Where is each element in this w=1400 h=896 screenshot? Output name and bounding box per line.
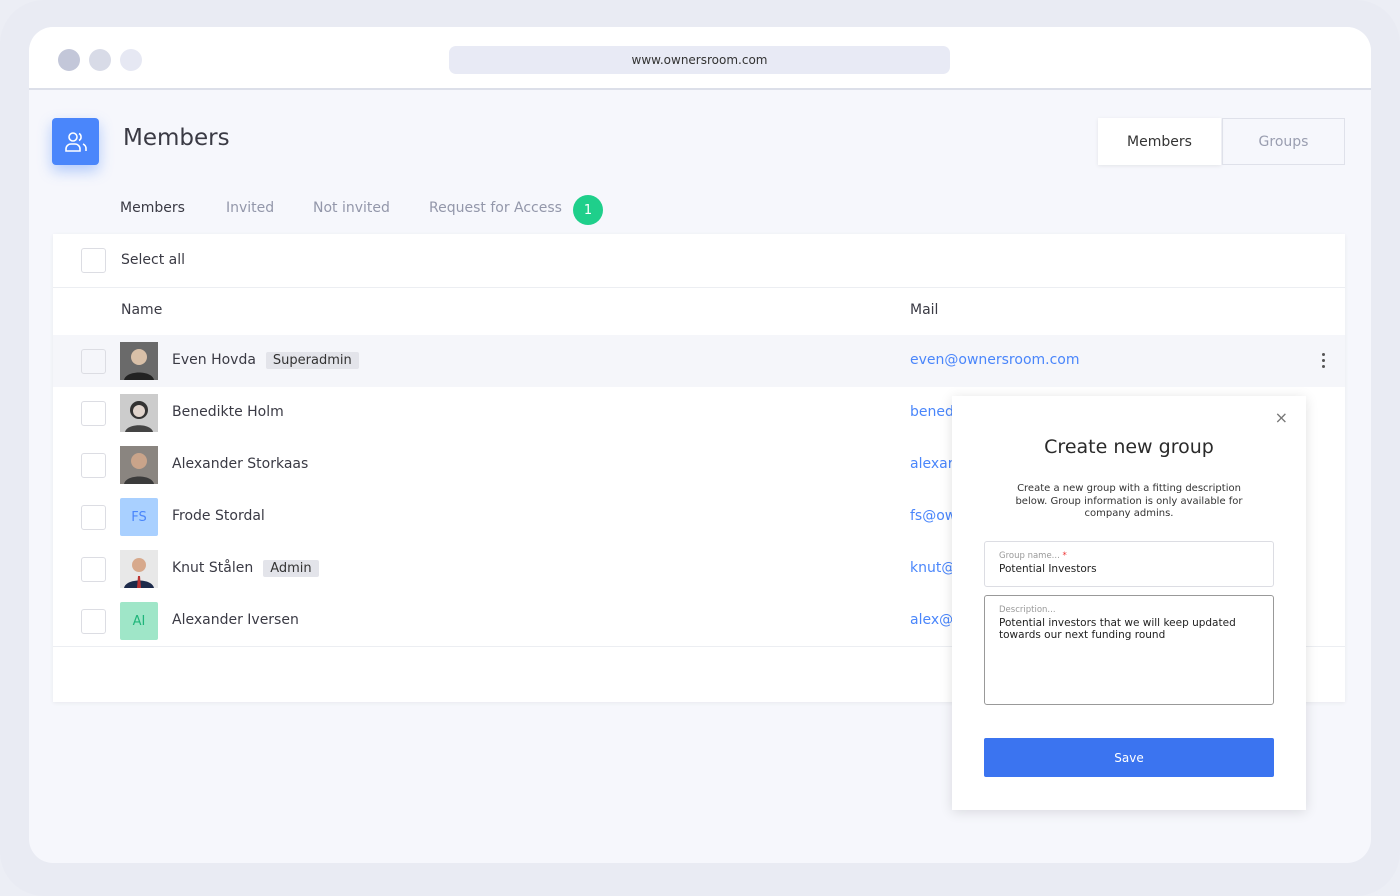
member-name: Alexander Iversen: [172, 612, 299, 628]
tab-request-for-access[interactable]: Request for Access: [429, 200, 562, 216]
row-checkbox[interactable]: [81, 557, 106, 582]
segment-members[interactable]: Members: [1098, 118, 1221, 165]
member-name: Knut Stålen Admin: [172, 560, 319, 577]
row-checkbox[interactable]: [81, 453, 106, 478]
row-checkbox[interactable]: [81, 401, 106, 426]
member-name: Alexander Storkaas: [172, 456, 309, 472]
avatar: [120, 342, 158, 380]
group-name-input[interactable]: Group name... * Potential Investors: [984, 541, 1274, 587]
window-close-dot[interactable]: [58, 49, 80, 71]
close-icon[interactable]: ×: [1275, 408, 1288, 427]
select-all-label: Select all: [121, 252, 185, 268]
address-bar[interactable]: www.ownersroom.com: [449, 46, 950, 74]
modal-title: Create new group: [1044, 436, 1214, 458]
tab-invited[interactable]: Invited: [226, 200, 274, 216]
row-checkbox[interactable]: [81, 609, 106, 634]
column-header-name[interactable]: Name: [121, 302, 162, 318]
member-mail[interactable]: bened: [910, 404, 954, 420]
browser-toolbar: www.ownersroom.com: [29, 27, 1371, 90]
avatar: [120, 394, 158, 432]
column-header-mail[interactable]: Mail: [910, 302, 938, 318]
role-badge: Superadmin: [265, 352, 359, 369]
role-badge: Admin: [263, 560, 319, 577]
tab-members[interactable]: Members: [120, 200, 185, 216]
row-checkbox[interactable]: [81, 505, 106, 530]
tab-not-invited[interactable]: Not invited: [313, 200, 390, 216]
table-row[interactable]: Even Hovda Superadmin even@ownersroom.com: [53, 335, 1345, 387]
segment-groups[interactable]: Groups: [1222, 118, 1345, 165]
avatar: [120, 446, 158, 484]
window-maximize-dot[interactable]: [120, 49, 142, 71]
select-all-row: Select all: [53, 234, 1345, 288]
member-mail[interactable]: alexar: [910, 456, 953, 472]
select-all-checkbox[interactable]: [81, 248, 106, 273]
page-title: Members: [123, 125, 230, 151]
member-name: Even Hovda Superadmin: [172, 352, 359, 369]
request-count-badge: 1: [573, 195, 603, 225]
create-group-modal: × Create new group Create a new group wi…: [952, 396, 1306, 810]
modal-description: Create a new group with a fitting descri…: [1015, 483, 1243, 519]
row-checkbox[interactable]: [81, 349, 106, 374]
member-name: Benedikte Holm: [172, 404, 284, 420]
description-textarea[interactable]: Description... Potential investors that …: [984, 595, 1274, 705]
member-mail[interactable]: knut@: [910, 560, 955, 576]
users-icon: [52, 118, 99, 165]
more-options-icon[interactable]: [1322, 353, 1326, 368]
avatar-initials: FS: [120, 498, 158, 536]
avatar: [120, 550, 158, 588]
avatar-initials: AI: [120, 602, 158, 640]
browser-window: www.ownersroom.com Members Members Group…: [29, 27, 1371, 863]
member-mail[interactable]: even@ownersroom.com: [910, 352, 1080, 368]
window-minimize-dot[interactable]: [89, 49, 111, 71]
member-mail[interactable]: fs@ow: [910, 508, 956, 524]
member-name: Frode Stordal: [172, 508, 265, 524]
member-mail[interactable]: alex@: [910, 612, 953, 628]
save-button[interactable]: Save: [984, 738, 1274, 777]
